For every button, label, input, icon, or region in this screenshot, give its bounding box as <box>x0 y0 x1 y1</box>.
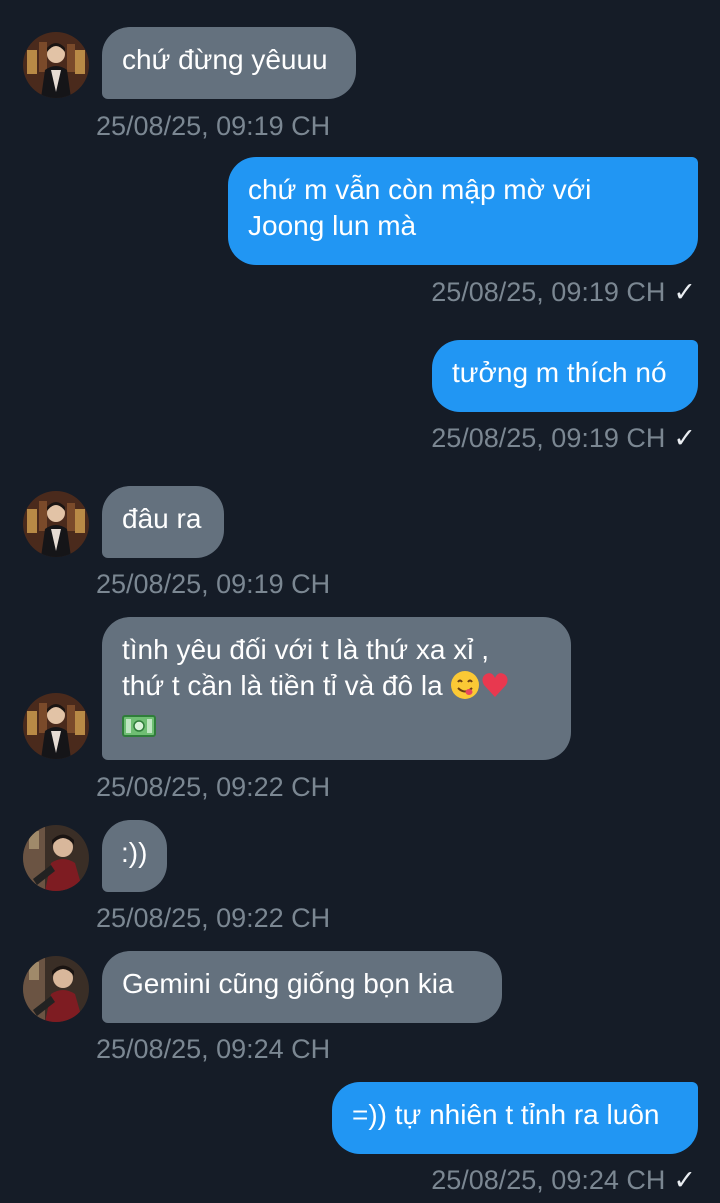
message-text-line: tình yêu đối với t là thứ xa xỉ , <box>122 634 490 665</box>
message-timestamp-row: 25/08/25, 09:19 CH ✓ <box>431 275 696 309</box>
read-check-icon: ✓ <box>673 1165 696 1195</box>
message-timestamp: 25/08/25, 09:24 CH <box>431 1165 666 1195</box>
message-timestamp: 25/08/25, 09:22 CH <box>96 772 331 802</box>
message-text: =)) tự nhiên t tỉnh ra luôn <box>352 1099 660 1130</box>
read-check-icon: ✓ <box>673 277 696 307</box>
message-text: đâu ra <box>122 503 202 534</box>
sender-avatar[interactable] <box>23 32 89 98</box>
message-timestamp-row: 25/08/25, 09:19 CH ✓ <box>431 421 696 455</box>
message-bubble-outgoing[interactable]: =)) tự nhiên t tỉnh ra luôn <box>332 1082 698 1154</box>
message-bubble-incoming[interactable]: chứ đừng yêuuu <box>102 27 356 99</box>
dollar-banknote-emoji <box>122 710 156 737</box>
sender-avatar[interactable] <box>23 693 89 759</box>
message-timestamp: 25/08/25, 09:22 CH <box>96 903 331 933</box>
message-text: Gemini cũng giống bọn kia <box>122 968 454 999</box>
message-bubble-incoming[interactable]: Gemini cũng giống bọn kia <box>102 951 502 1023</box>
sender-avatar[interactable] <box>23 491 89 557</box>
message-bubble-outgoing[interactable]: tưởng m thích nó <box>432 340 698 412</box>
message-timestamp: 25/08/25, 09:24 CH <box>96 1034 331 1064</box>
message-timestamp-row: 25/08/25, 09:24 CH ✓ <box>431 1163 696 1197</box>
message-text-line: thứ t cần là tiền tỉ và đô la <box>122 670 443 701</box>
yum-face-emoji <box>450 670 480 700</box>
message-timestamp: 25/08/25, 09:19 CH <box>431 277 666 307</box>
message-text: :)) <box>121 837 148 868</box>
message-text-line: Joong lun mà <box>248 210 417 241</box>
chat-thread[interactable]: chứ đừng yêuuu 25/08/25, 09:19 CH chứ m … <box>0 0 720 1203</box>
read-check-icon: ✓ <box>673 423 696 453</box>
message-timestamp: 25/08/25, 09:19 CH <box>96 111 331 141</box>
message-text-line-with-emoji: thứ t cần là tiền tỉ và đô la <box>122 668 551 704</box>
message-bubble-outgoing[interactable]: chứ m vẫn còn mập mờ với Joong lun mà <box>228 157 698 265</box>
message-emoji-line <box>122 704 551 746</box>
sender-avatar[interactable] <box>23 825 89 891</box>
message-bubble-incoming[interactable]: đâu ra <box>102 486 224 558</box>
message-timestamp: 25/08/25, 09:19 CH <box>96 569 331 599</box>
sender-avatar[interactable] <box>23 956 89 1022</box>
message-text: chứ đừng yêuuu <box>122 44 328 75</box>
message-timestamp: 25/08/25, 09:19 CH <box>431 423 666 453</box>
message-bubble-incoming[interactable]: tình yêu đối với t là thứ xa xỉ , thứ t … <box>102 617 571 760</box>
red-heart-emoji <box>480 670 510 700</box>
message-bubble-incoming[interactable]: :)) <box>102 820 167 892</box>
message-text-line: chứ m vẫn còn mập mờ với <box>248 174 592 205</box>
message-text: tưởng m thích nó <box>452 357 667 388</box>
